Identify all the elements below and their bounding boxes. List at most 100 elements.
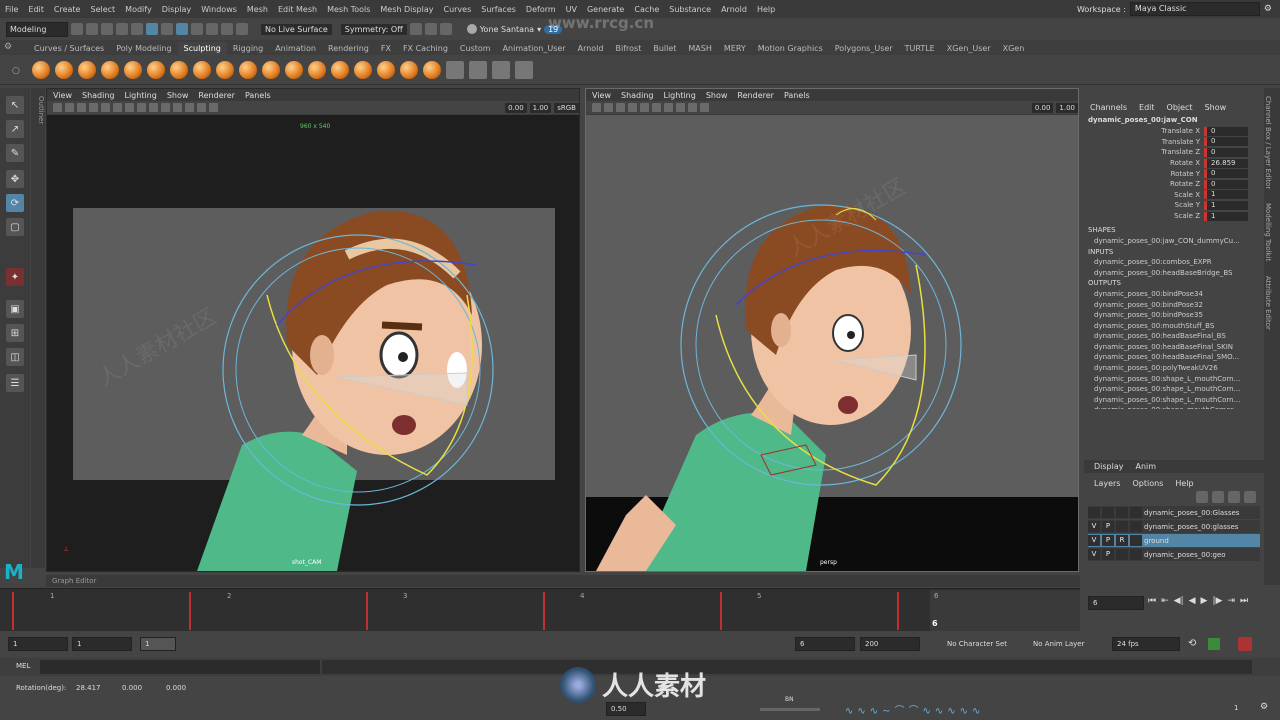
visibility-toggle[interactable]: V <box>1088 521 1100 532</box>
attribute-value[interactable]: 0 <box>1204 137 1248 147</box>
output-node[interactable]: dynamic_poses_00:polyTweakUV26 <box>1084 363 1264 374</box>
sculpt-brush-icon[interactable] <box>124 60 142 79</box>
sculpt-tool-icon[interactable] <box>492 60 510 79</box>
attribute-value[interactable]: 0 <box>1204 126 1248 136</box>
viewport-menu-shading[interactable]: Shading <box>621 91 654 100</box>
layer-row[interactable]: V Pdynamic_poses_00:glasses <box>1088 520 1260 533</box>
shelf-options-gear-icon[interactable]: ⚙ <box>4 42 12 52</box>
playback-toggle[interactable]: P <box>1102 549 1114 560</box>
attribute-value[interactable]: 1 <box>1204 190 1248 200</box>
attribute-value[interactable]: 0 <box>1204 169 1248 179</box>
output-node[interactable]: dynamic_poses_00:headBaseFinal_BS <box>1084 331 1264 342</box>
output-node[interactable]: dynamic_poses_00:shape_L_mouthCorn... <box>1084 384 1264 395</box>
channel-menu-show[interactable]: Show <box>1205 103 1227 112</box>
menu-item-arnold[interactable]: Arnold <box>716 5 752 14</box>
viewport-menu-renderer[interactable]: Renderer <box>198 91 235 100</box>
attribute-row[interactable]: Translate Z 0 <box>1084 147 1264 158</box>
shelf-tab[interactable]: Motion Graphics <box>752 42 829 55</box>
outliner-layout-icon[interactable]: ☰ <box>6 374 24 392</box>
sculpt-brush-icon[interactable] <box>101 60 119 79</box>
ipr-render-icon[interactable] <box>424 23 437 35</box>
attribute-row[interactable]: Rotate Y 0 <box>1084 168 1264 179</box>
output-node[interactable]: dynamic_poses_00:bindPose32 <box>1084 300 1264 311</box>
viewport-right[interactable]: View Shading Lighting Show Renderer Panels 0.… <box>585 88 1079 572</box>
shelf-tab[interactable]: Bullet <box>647 42 682 55</box>
visibility-toggle[interactable] <box>1088 507 1100 518</box>
viewport-menu-show[interactable]: Show <box>706 91 728 100</box>
channel-object-name[interactable]: dynamic_poses_00:jaw_CON <box>1084 114 1264 126</box>
attribute-value[interactable]: 1 <box>1204 200 1248 210</box>
menu-item-edit[interactable]: Edit <box>23 5 49 14</box>
gamma-field[interactable]: 1.00 <box>529 102 552 113</box>
shelf-tab[interactable]: Animation_User <box>497 42 572 55</box>
menu-item-uv[interactable]: UV <box>561 5 582 14</box>
shelf-tab[interactable]: Bifrost <box>609 42 647 55</box>
attribute-row[interactable]: Translate Y 0 <box>1084 137 1264 148</box>
sculpt-brush-icon[interactable] <box>239 60 257 79</box>
new-layer-icon[interactable] <box>1228 491 1240 503</box>
viewport-menu-lighting[interactable]: Lighting <box>124 91 156 100</box>
layer-menu-options[interactable]: Options <box>1132 479 1163 488</box>
channel-menu-channels[interactable]: Channels <box>1090 103 1127 112</box>
shape-node[interactable]: dynamic_poses_00:jaw_CON_dummyCu... <box>1084 236 1264 247</box>
playback-toggle[interactable]: P <box>1102 535 1114 546</box>
attribute-row[interactable]: Scale X 1 <box>1084 190 1264 201</box>
image-plane-icon[interactable] <box>77 103 86 112</box>
shelf-tab[interactable]: Sculpting <box>177 42 227 55</box>
menu-item-modify[interactable]: Modify <box>120 5 157 14</box>
wireframe-icon[interactable] <box>628 103 637 112</box>
shelf-tab[interactable]: Rendering <box>322 42 375 55</box>
fps-dropdown[interactable]: 24 fps <box>1112 637 1180 651</box>
step-forward-key-icon[interactable]: ⇥ <box>1227 596 1235 606</box>
shelf-tab[interactable]: MERY <box>718 42 752 55</box>
layer-tab-anim[interactable]: Anim <box>1136 462 1157 471</box>
output-node[interactable]: dynamic_poses_00:shape_L_mouthCorn... <box>1084 395 1264 406</box>
keyframe-marker[interactable] <box>189 592 191 630</box>
end-time-field[interactable]: 200 <box>860 637 920 651</box>
range-bar[interactable]: 1 <box>140 637 176 651</box>
reference-toggle[interactable] <box>1116 521 1128 532</box>
layer-color-swatch[interactable] <box>1130 507 1142 518</box>
symmetry-label[interactable]: Symmetry: Off <box>340 23 407 35</box>
menu-item-mesh-display[interactable]: Mesh Display <box>375 5 438 14</box>
viewport-menu-lighting[interactable]: Lighting <box>663 91 695 100</box>
scale-tool-icon[interactable]: ▢ <box>6 218 24 236</box>
anim-layer-dropdown[interactable]: No Anim Layer <box>1033 640 1084 648</box>
two-pane-layout-icon[interactable]: ◫ <box>6 348 24 366</box>
textured-icon[interactable] <box>652 103 661 112</box>
shelf-menu-icon[interactable]: ○ <box>12 66 20 76</box>
lasso-tool-icon[interactable]: ↗ <box>6 120 24 138</box>
menu-item-substance[interactable]: Substance <box>664 5 716 14</box>
menu-item-surfaces[interactable]: Surfaces <box>476 5 521 14</box>
playback-start-field[interactable]: 1 <box>72 637 132 651</box>
shelf-tab[interactable]: XGen <box>997 42 1031 55</box>
menu-item-edit-mesh[interactable]: Edit Mesh <box>273 5 322 14</box>
shadows-icon[interactable] <box>173 103 182 112</box>
menu-item-curves[interactable]: Curves <box>438 5 476 14</box>
workspace-gear-icon[interactable]: ⚙ <box>1264 4 1272 14</box>
paint-select-icon[interactable]: ✎ <box>6 144 24 162</box>
playback-end-field[interactable]: 6 <box>795 637 855 651</box>
reference-toggle[interactable]: R <box>1116 535 1128 546</box>
attribute-value[interactable]: 0 <box>1204 147 1248 157</box>
viewport-menu-show[interactable]: Show <box>167 91 189 100</box>
keyframe-marker[interactable] <box>720 592 722 630</box>
shelf-tab[interactable]: Curves / Surfaces <box>28 42 110 55</box>
curve-tools-icon[interactable]: ∿∿∿~⌒⌒∿∿∿∿∿ <box>845 702 984 717</box>
layer-color-swatch[interactable] <box>1130 535 1142 546</box>
go-to-end-icon[interactable]: ⏭ <box>1240 596 1248 606</box>
settings-gear-icon[interactable]: ⚙ <box>1260 702 1268 712</box>
shelf-tab[interactable]: MASH <box>682 42 717 55</box>
menu-item-create[interactable]: Create <box>49 5 86 14</box>
live-surface-label[interactable]: No Live Surface <box>261 23 332 35</box>
wireframe-icon[interactable] <box>125 103 134 112</box>
film-gate-icon[interactable] <box>101 103 110 112</box>
step-field[interactable]: 0.50 <box>606 702 646 716</box>
step-back-key-icon[interactable]: ⇤ <box>1161 596 1169 606</box>
shelf-tab[interactable]: Arnold <box>572 42 610 55</box>
workspace-dropdown[interactable]: Maya Classic <box>1129 2 1260 16</box>
shelf-tab[interactable]: Polygons_User <box>829 42 899 55</box>
layer-menu-layers[interactable]: Layers <box>1094 479 1120 488</box>
render-icon[interactable] <box>409 23 422 35</box>
sculpt-brush-icon[interactable] <box>147 60 165 79</box>
